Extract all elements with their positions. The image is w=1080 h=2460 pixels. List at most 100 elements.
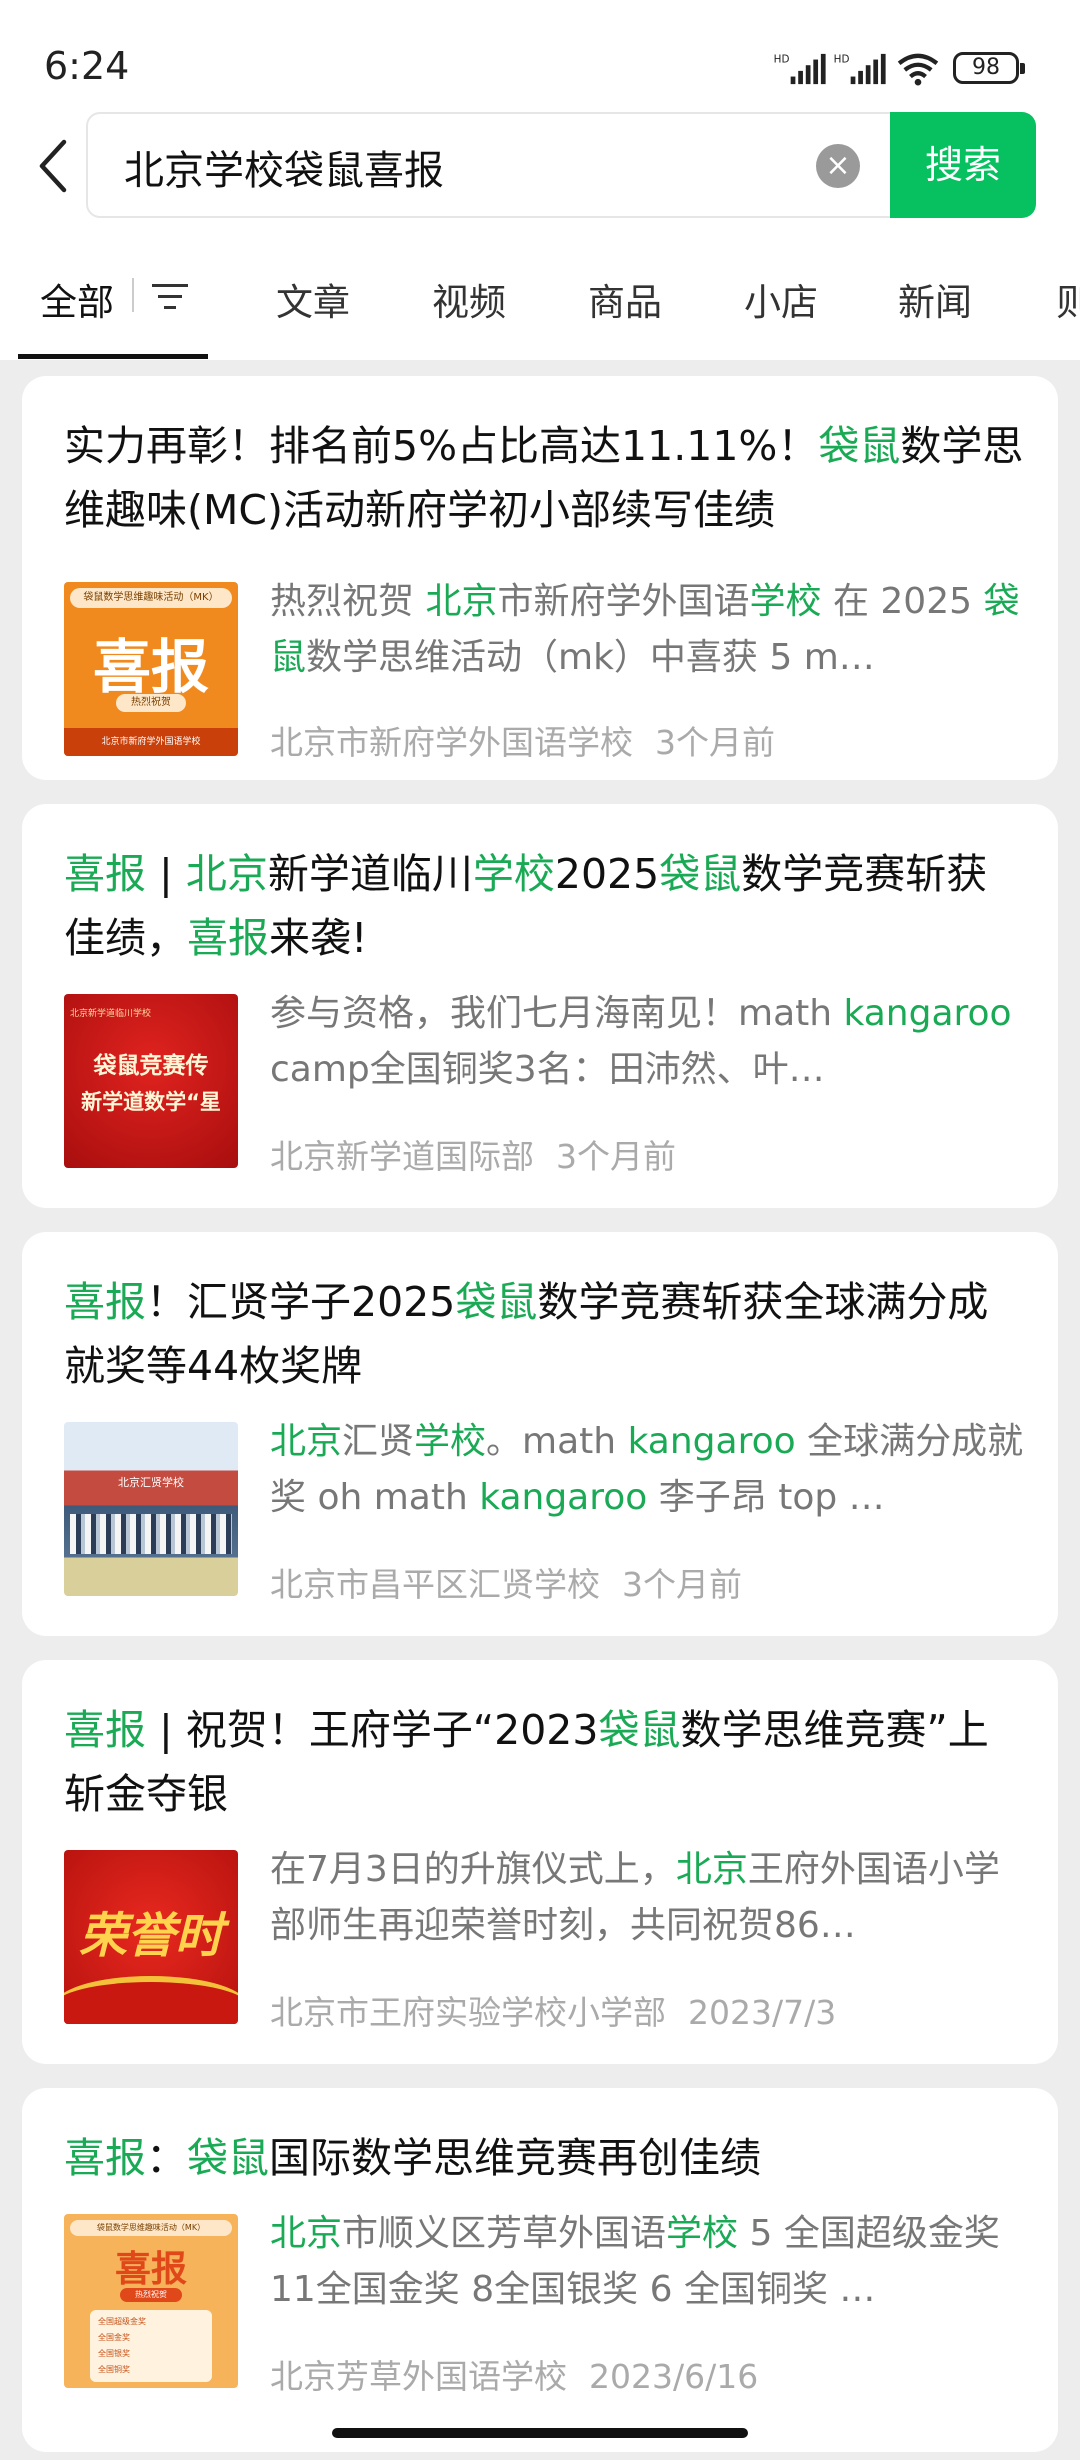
result-meta: 北京市王府实验学校小学部 2023/7/3 — [270, 1986, 836, 2034]
text-segment: 数学思维活动（mk）中喜获 5 m… — [306, 637, 875, 678]
thumb-award-item: 全国金奖 — [98, 2333, 130, 2342]
signal-hd-label: HD — [774, 53, 790, 65]
result-card[interactable]: 喜报！汇贤学子2025袋鼠数学竞赛斩获全球满分成就奖等44枚奖牌 北京汇贤学校 … — [22, 1232, 1058, 1636]
text-segment: 国际数学思维竞赛再创佳绩 — [269, 2134, 761, 2182]
result-thumbnail: 荣誉时 — [64, 1850, 238, 2024]
text-segment: 实力再彰！排名前5%占比高达11.11%！ — [64, 422, 819, 470]
result-time: 3个月前 — [622, 1565, 742, 1604]
highlighted-keyword: 喜报 — [64, 850, 146, 898]
text-segment: camp全国铜奖3名：田沛然、叶… — [270, 1049, 825, 1090]
status-time: 6:24 — [44, 44, 130, 88]
text-segment: | 祝贺！王府学子“2023 — [146, 1706, 599, 1754]
clear-icon[interactable]: × — [816, 144, 860, 188]
search-input[interactable]: 北京学校袋鼠喜报 × — [86, 112, 892, 218]
tab-videos[interactable]: 视频 — [432, 272, 506, 326]
result-source[interactable]: 北京市王府实验学校小学部 — [270, 1993, 666, 2032]
thumb-banner-text: 袋鼠数学思维趣味活动（MK） — [70, 2220, 232, 2236]
thumb-banner-text: 北京新学道临川学校 — [70, 1009, 152, 1019]
result-card[interactable]: 喜报 | 祝贺！王府学子“2023袋鼠数学思维竞赛”上斩金夺银 荣誉时 在7月3… — [22, 1660, 1058, 2064]
text-segment: 热烈祝贺 — [270, 581, 426, 622]
tab-divider — [132, 278, 134, 312]
back-arrow-icon[interactable] — [30, 136, 80, 196]
search-query-text: 北京学校袋鼠喜报 — [124, 148, 444, 194]
highlighted-keyword: 袋鼠 — [455, 1278, 538, 1326]
result-source[interactable]: 北京市新府学外国语学校 — [270, 723, 633, 762]
thumb-banner-text: 北京汇贤学校 — [118, 1476, 184, 1489]
highlighted-keyword: 北京 — [270, 1421, 343, 1462]
thumb-decor-wave — [64, 1976, 238, 2024]
result-snippet: 热烈祝贺 北京市新府学外国语学校 在 2025 袋鼠数学思维活动（mk）中喜获 … — [270, 574, 1028, 686]
highlighted-keyword: 袋鼠 — [659, 850, 742, 898]
highlighted-keyword: 学校 — [414, 1421, 487, 1462]
filter-icon[interactable] — [152, 282, 188, 312]
result-source[interactable]: 北京芳草外国语学校 — [270, 2357, 567, 2396]
result-thumbnail: 袋鼠数学思维趣味活动（MK） 喜报 热烈祝贺 全国超级金奖 全国金奖 全国银奖 … — [64, 2214, 238, 2388]
text-segment: 市新府学外国语 — [497, 581, 750, 622]
thumb-footer-text: 北京市新府学外国语学校 — [64, 728, 238, 756]
result-title: 喜报：袋鼠国际数学思维竞赛再创佳绩 — [64, 2126, 1024, 2190]
highlighted-keyword: 喜报 — [64, 2134, 146, 2182]
group-photo-people — [70, 1514, 232, 1554]
highlighted-keyword: 袋鼠 — [187, 2134, 269, 2182]
result-thumbnail: 北京新学道临川学校 袋鼠竞赛传 新学道数学“星 — [64, 994, 238, 1168]
result-snippet: 参与资格，我们七月海南见！math kangaroo camp全国铜奖3名：田沛… — [270, 986, 1028, 1098]
thumb-award-list: 全国超级金奖 全国金奖 全国银奖 全国铜奖 — [90, 2310, 212, 2382]
result-snippet: 在7月3日的升旗仪式上，北京王府外国语小学部师生再迎荣誉时刻，共同祝贺86… — [270, 1842, 1028, 1954]
result-meta: 北京市昌平区汇贤学校 3个月前 — [270, 1558, 742, 1606]
result-card[interactable]: 喜报：袋鼠国际数学思维竞赛再创佳绩 袋鼠数学思维趣味活动（MK） 喜报 热烈祝贺… — [22, 2088, 1058, 2452]
tab-news[interactable]: 新闻 — [898, 272, 972, 326]
thumb-big-text: 喜报 — [114, 2248, 187, 2290]
text-segment: 李子昂 top … — [647, 1477, 885, 1518]
highlighted-keyword: 学校 — [749, 581, 822, 622]
search-button[interactable]: 搜索 — [890, 112, 1036, 218]
wifi-icon — [897, 53, 939, 86]
result-card[interactable]: 喜报 | 北京新学道临川学校2025袋鼠数学竞赛斩获佳绩，喜报来袭! 北京新学道… — [22, 804, 1058, 1208]
result-thumbnail: 北京汇贤学校 — [64, 1422, 238, 1596]
tab-more[interactable]: 则 — [1056, 272, 1080, 326]
text-segment: 在 2025 — [821, 581, 984, 622]
highlighted-keyword: 喜报 — [187, 914, 269, 962]
text-segment: 来袭! — [269, 914, 368, 962]
result-snippet: 北京汇贤学校。math kangaroo 全球满分成就奖 oh math kan… — [270, 1414, 1028, 1526]
tab-articles[interactable]: 文章 — [276, 272, 350, 326]
highlighted-keyword: 喜报 — [64, 1278, 146, 1326]
active-tab-indicator — [18, 354, 208, 359]
thumb-sub-text: 热烈祝贺 — [120, 2288, 182, 2302]
highlighted-keyword: kangaroo — [843, 993, 1012, 1034]
cellular-signal-2-icon: HD — [834, 53, 886, 85]
thumb-banner-text: 袋鼠数学思维趣味活动（MK） — [70, 588, 232, 608]
thumb-line-1: 袋鼠竞赛传 — [93, 1053, 209, 1079]
result-time: 2023/7/3 — [688, 1993, 837, 2032]
thumb-big-text: 喜报 — [92, 633, 209, 701]
filter-tabs: 全部 文章 视频 商品 小店 新闻 则 — [0, 222, 1080, 360]
tab-all[interactable]: 全部 — [40, 272, 114, 326]
result-source[interactable]: 北京市昌平区汇贤学校 — [270, 1565, 600, 1604]
text-segment: | — [146, 850, 186, 898]
result-time: 2023/6/16 — [589, 2357, 759, 2396]
thumb-award-item: 全国银奖 — [98, 2349, 130, 2358]
highlighted-keyword: kangaroo — [479, 1477, 648, 1518]
highlighted-keyword: 学校 — [472, 850, 555, 898]
result-title: 喜报！汇贤学子2025袋鼠数学竞赛斩获全球满分成就奖等44枚奖牌 — [64, 1270, 1024, 1398]
result-card[interactable]: 实力再彰！排名前5%占比高达11.11%！袋鼠数学思维趣味(MC)活动新府学初小… — [22, 376, 1058, 780]
highlighted-keyword: kangaroo — [627, 1421, 796, 1462]
tab-shops[interactable]: 小店 — [744, 272, 818, 326]
text-segment: 参与资格，我们七月海南见！math — [270, 993, 844, 1034]
text-segment: 。math — [486, 1421, 628, 1462]
highlighted-keyword: 喜报 — [64, 1706, 146, 1754]
text-segment: 市顺义区芳草外国语 — [342, 2213, 667, 2254]
result-source[interactable]: 北京新学道国际部 — [270, 1137, 534, 1176]
text-segment: 新学道临川 — [267, 850, 473, 898]
tab-products[interactable]: 商品 — [588, 272, 662, 326]
text-segment: ！汇贤学子2025 — [146, 1278, 456, 1326]
thumb-award-item: 全国铜奖 — [98, 2365, 130, 2374]
result-meta: 北京芳草外国语学校 2023/6/16 — [270, 2350, 758, 2398]
result-time: 3个月前 — [655, 723, 775, 762]
thumb-award-item: 全国超级金奖 — [98, 2317, 146, 2326]
thumb-big-text: 荣誉时 — [78, 1908, 223, 1964]
search-bar: 北京学校袋鼠喜报 × 搜索 — [0, 110, 1080, 222]
highlighted-keyword: 袋鼠 — [818, 422, 901, 470]
highlighted-keyword: 北京 — [425, 581, 498, 622]
battery-indicator: 98 — [953, 52, 1025, 84]
home-indicator[interactable] — [332, 2428, 748, 2438]
